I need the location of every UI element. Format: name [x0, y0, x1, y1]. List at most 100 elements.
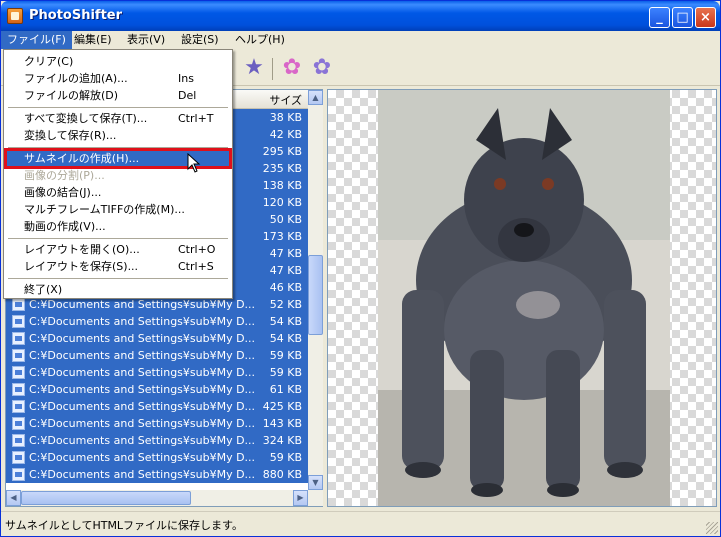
app-icon — [7, 8, 23, 24]
menu-item-label: 終了(X) — [24, 283, 63, 296]
status-bar: サムネイルとしてHTMLファイルに保存します。 — [1, 511, 720, 536]
file-size: 880 KB — [262, 468, 302, 481]
file-size: 425 KB — [262, 400, 302, 413]
file-path: C:¥Documents and Settings¥sub¥My D... — [29, 315, 256, 328]
file-size: 38 KB — [269, 111, 302, 124]
menu-item-create-video[interactable]: 動画の作成(V)... — [6, 218, 230, 235]
menu-file[interactable]: ファイル(F) — [1, 31, 72, 49]
menu-item-label: クリア(C) — [24, 55, 74, 68]
menu-shortcut: Ctrl+T — [178, 112, 214, 125]
menu-bar: ファイル(F) 編集(E) 表示(V) 設定(S) ヘルプ(H) — [1, 31, 720, 49]
file-path: C:¥Documents and Settings¥sub¥My D... — [29, 332, 256, 345]
table-row[interactable]: C:¥Documents and Settings¥sub¥My D... 425… — [6, 398, 308, 415]
window-title: PhotoShifter — [29, 8, 123, 23]
scroll-left-button[interactable]: ◀ — [6, 490, 21, 506]
horizontal-scroll-thumb[interactable] — [21, 491, 191, 505]
file-size: 52 KB — [269, 298, 302, 311]
menu-help[interactable]: ヘルプ(H) — [229, 31, 291, 49]
menu-item-label: 画像の結合(J)... — [24, 186, 102, 199]
file-size: 47 KB — [269, 264, 302, 277]
file-icon — [12, 315, 25, 328]
scroll-right-button[interactable]: ▶ — [293, 490, 308, 506]
menu-item-exit[interactable]: 終了(X) — [6, 281, 230, 298]
file-size: 59 KB — [269, 349, 302, 362]
status-text: サムネイルとしてHTMLファイルに保存します。 — [5, 519, 243, 532]
file-size: 42 KB — [269, 128, 302, 141]
file-path: C:¥Documents and Settings¥sub¥My D... — [29, 417, 256, 430]
file-size: 59 KB — [269, 366, 302, 379]
menu-item-label: マルチフレームTIFFの作成(M)... — [24, 203, 185, 216]
table-row[interactable]: C:¥Documents and Settings¥sub¥My D... 61 … — [6, 381, 308, 398]
menu-item-convert-all-save[interactable]: すべて変換して保存(T)... Ctrl+T — [6, 110, 230, 127]
file-path: C:¥Documents and Settings¥sub¥My D... — [29, 349, 256, 362]
gear-icon[interactable]: ✿ — [279, 55, 305, 81]
file-icon — [12, 400, 25, 413]
menu-shortcut: Ctrl+O — [178, 243, 216, 256]
file-path: C:¥Documents and Settings¥sub¥My D... — [29, 400, 256, 413]
close-button[interactable]: × — [695, 7, 716, 28]
menu-shortcut: Ctrl+S — [178, 260, 214, 273]
file-path: C:¥Documents and Settings¥sub¥My D... — [29, 298, 256, 311]
file-path: C:¥Documents and Settings¥sub¥My D... — [29, 383, 256, 396]
resize-grip-icon[interactable] — [706, 522, 718, 534]
file-path: C:¥Documents and Settings¥sub¥My D... — [29, 434, 256, 447]
scroll-thumb[interactable] — [308, 255, 323, 335]
star-icon[interactable]: ★ — [241, 55, 267, 81]
table-row[interactable]: C:¥Documents and Settings¥sub¥My D... 59 … — [6, 449, 308, 466]
menu-item-label: レイアウトを開く(O)... — [24, 243, 140, 256]
file-icon — [12, 434, 25, 447]
table-row[interactable]: C:¥Documents and Settings¥sub¥My D... 143… — [6, 415, 308, 432]
menu-settings[interactable]: 設定(S) — [175, 31, 225, 49]
vertical-scrollbar[interactable]: ▲ ▼ — [308, 90, 323, 490]
table-row[interactable]: C:¥Documents and Settings¥sub¥My D... 54 … — [6, 313, 308, 330]
horizontal-scrollbar[interactable]: ◀ ▶ — [6, 490, 323, 506]
file-icon — [12, 366, 25, 379]
menu-view[interactable]: 表示(V) — [121, 31, 171, 49]
file-size: 54 KB — [269, 332, 302, 345]
menu-item-add-file[interactable]: ファイルの追加(A)... Ins — [6, 70, 230, 87]
mouse-cursor-icon — [187, 153, 201, 173]
scroll-down-button[interactable]: ▼ — [308, 475, 323, 490]
menu-shortcut: Ins — [178, 72, 194, 85]
file-size: 47 KB — [269, 247, 302, 260]
table-row[interactable]: C:¥Documents and Settings¥sub¥My D... 54 … — [6, 330, 308, 347]
dog-photo — [378, 90, 670, 506]
menu-item-join-images[interactable]: 画像の結合(J)... — [6, 184, 230, 201]
file-icon — [12, 349, 25, 362]
table-row[interactable]: C:¥Documents and Settings¥sub¥My D... 880… — [6, 466, 308, 483]
file-size: 59 KB — [269, 451, 302, 464]
file-path: C:¥Documents and Settings¥sub¥My D... — [29, 451, 256, 464]
image-preview — [327, 89, 717, 507]
file-path: C:¥Documents and Settings¥sub¥My D... — [29, 366, 256, 379]
menu-item-save-layout[interactable]: レイアウトを保存(S)... Ctrl+S — [6, 258, 230, 275]
menu-item-label: 動画の作成(V)... — [24, 220, 106, 233]
menu-edit[interactable]: 編集(E) — [68, 31, 118, 49]
menu-item-create-multiframe-tiff[interactable]: マルチフレームTIFFの作成(M)... — [6, 201, 230, 218]
menu-item-label: レイアウトを保存(S)... — [24, 260, 139, 273]
file-size: 50 KB — [269, 213, 302, 226]
column-header-size[interactable]: サイズ — [269, 92, 302, 108]
menu-separator — [8, 107, 228, 108]
menu-item-clear[interactable]: クリア(C) — [6, 53, 230, 70]
file-size: 120 KB — [262, 196, 302, 209]
file-size: 143 KB — [262, 417, 302, 430]
menu-separator — [8, 147, 228, 148]
scroll-up-button[interactable]: ▲ — [308, 90, 323, 105]
menu-item-label: ファイルの解放(D) — [24, 89, 119, 102]
table-row[interactable]: C:¥Documents and Settings¥sub¥My D... 59 … — [6, 364, 308, 381]
menu-item-open-layout[interactable]: レイアウトを開く(O)... Ctrl+O — [6, 241, 230, 258]
title-bar[interactable]: PhotoShifter _ □ × — [1, 1, 720, 31]
minimize-button[interactable]: _ — [649, 7, 670, 28]
settings-gear-icon[interactable]: ✿ — [309, 55, 335, 81]
menu-item-release-file[interactable]: ファイルの解放(D) Del — [6, 87, 230, 104]
menu-item-label: 変換して保存(R)... — [24, 129, 117, 142]
maximize-button[interactable]: □ — [672, 7, 693, 28]
file-size: 295 KB — [262, 145, 302, 158]
menu-item-label: サムネイルの作成(H)... — [24, 152, 140, 165]
app-window: PhotoShifter _ □ × ファイル(F) 編集(E) 表示(V) 設… — [0, 0, 721, 537]
menu-item-convert-save[interactable]: 変換して保存(R)... — [6, 127, 230, 144]
table-row[interactable]: C:¥Documents and Settings¥sub¥My D... 59 … — [6, 347, 308, 364]
file-icon — [12, 332, 25, 345]
menu-shortcut: Del — [178, 89, 197, 102]
table-row[interactable]: C:¥Documents and Settings¥sub¥My D... 324… — [6, 432, 308, 449]
